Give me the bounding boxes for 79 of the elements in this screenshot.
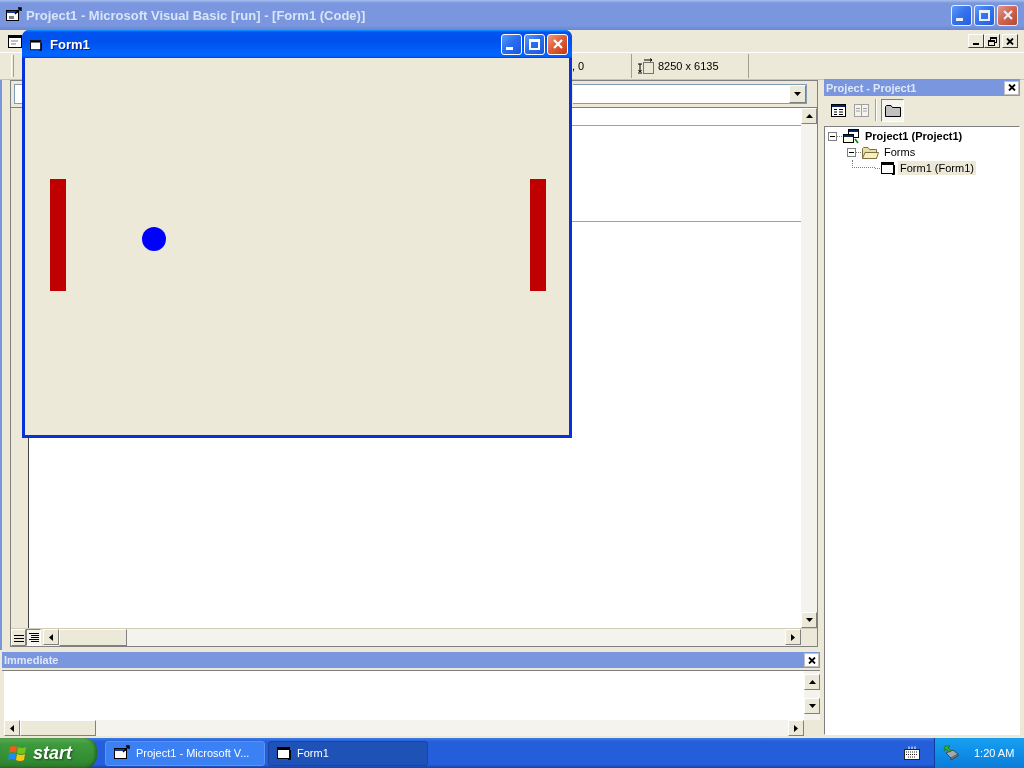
close-icon xyxy=(807,656,816,664)
maximize-icon xyxy=(979,9,990,21)
procedure-view-button[interactable] xyxy=(11,629,26,646)
toggle-folders-button[interactable] xyxy=(881,98,904,122)
scroll-thumb[interactable] xyxy=(20,720,96,736)
vertical-scrollbar[interactable] xyxy=(801,108,817,628)
immediate-field[interactable] xyxy=(4,671,804,720)
folder-icon xyxy=(884,103,901,117)
restore-icon xyxy=(987,36,997,46)
position-readout: , 0 xyxy=(572,60,585,72)
window-title: Form1 xyxy=(50,36,90,52)
scroll-left-button[interactable] xyxy=(43,629,59,645)
close-button[interactable] xyxy=(804,653,819,667)
scroll-down-button[interactable] xyxy=(804,698,820,714)
maximize-icon xyxy=(529,38,540,50)
close-icon xyxy=(1007,84,1016,91)
taskbar-button[interactable]: Form1 xyxy=(268,740,428,766)
window-title: Project1 - Microsoft Visual Basic [run] - [Form1 (Code)] xyxy=(26,7,366,23)
clock: 1:20 AM xyxy=(974,747,1015,759)
window-icon xyxy=(881,161,895,175)
minimize-icon xyxy=(506,46,513,50)
scroll-right-button[interactable] xyxy=(788,720,804,736)
arrow-up-icon xyxy=(808,680,816,684)
minus-box-icon[interactable] xyxy=(847,147,856,157)
panel-title: Immediate xyxy=(4,654,59,666)
ball xyxy=(142,227,166,251)
arrow-left-icon xyxy=(10,724,14,732)
window-icon xyxy=(6,7,22,23)
tree-item[interactable]: Project1 (Project1) xyxy=(863,129,965,143)
arrow-right-icon xyxy=(791,633,795,641)
minimize-icon xyxy=(973,42,979,45)
arrow-down-icon xyxy=(808,704,816,708)
size-readout: 8250 x 6135 xyxy=(658,60,719,72)
minimize-button[interactable] xyxy=(968,34,984,48)
lines-icon xyxy=(13,633,24,642)
computer-icon[interactable] xyxy=(943,744,960,762)
arrow-right-icon xyxy=(794,724,798,732)
caret-down-icon xyxy=(794,92,801,96)
flag-icon xyxy=(8,743,28,763)
window-icon xyxy=(114,745,130,761)
scroll-thumb[interactable] xyxy=(59,629,127,646)
scroll-right-button[interactable] xyxy=(785,629,801,645)
vertical-scrollbar[interactable] xyxy=(804,671,820,720)
horizontal-scrollbar[interactable] xyxy=(4,720,804,736)
list-icon xyxy=(831,103,846,117)
tree-item[interactable]: Form1 (Form1) xyxy=(898,161,976,175)
scroll-left-button[interactable] xyxy=(4,720,20,736)
close-icon xyxy=(1002,10,1013,20)
lines-icon xyxy=(28,632,39,643)
window-icon xyxy=(30,39,42,51)
dimensions-icon xyxy=(638,58,654,74)
folder-icon xyxy=(862,145,879,159)
scroll-up-button[interactable] xyxy=(801,108,817,124)
minus-box-icon[interactable] xyxy=(828,131,837,141)
taskbar-button[interactable]: Project1 - Microsoft V... xyxy=(105,740,265,766)
window-icon xyxy=(277,746,291,760)
toolbar-grip[interactable] xyxy=(11,55,14,77)
close-icon xyxy=(552,39,563,49)
maximize-button[interactable] xyxy=(524,33,545,55)
arrow-down-icon xyxy=(805,618,813,622)
scroll-up-button[interactable] xyxy=(804,674,820,690)
module-view-button[interactable] xyxy=(26,629,41,646)
arrow-up-icon xyxy=(805,114,813,118)
horizontal-scrollbar[interactable] xyxy=(43,629,801,646)
window-icon[interactable] xyxy=(8,34,22,48)
minimize-button[interactable] xyxy=(501,33,522,55)
keyboard-icon[interactable] xyxy=(904,746,920,760)
minimize-icon xyxy=(956,17,963,21)
close-button[interactable] xyxy=(1004,80,1019,95)
dropdown-field[interactable] xyxy=(573,84,807,104)
panes-icon xyxy=(854,103,869,117)
close-icon xyxy=(1006,37,1014,45)
restore-button[interactable] xyxy=(984,34,1000,48)
scroll-down-button[interactable] xyxy=(801,612,817,628)
arrow-left-icon xyxy=(49,633,53,641)
dropdown-button[interactable] xyxy=(789,85,806,103)
panel-title: Project - Project1 xyxy=(826,81,917,94)
start-button[interactable]: start xyxy=(0,738,97,768)
tree-item[interactable]: Forms xyxy=(882,145,918,159)
